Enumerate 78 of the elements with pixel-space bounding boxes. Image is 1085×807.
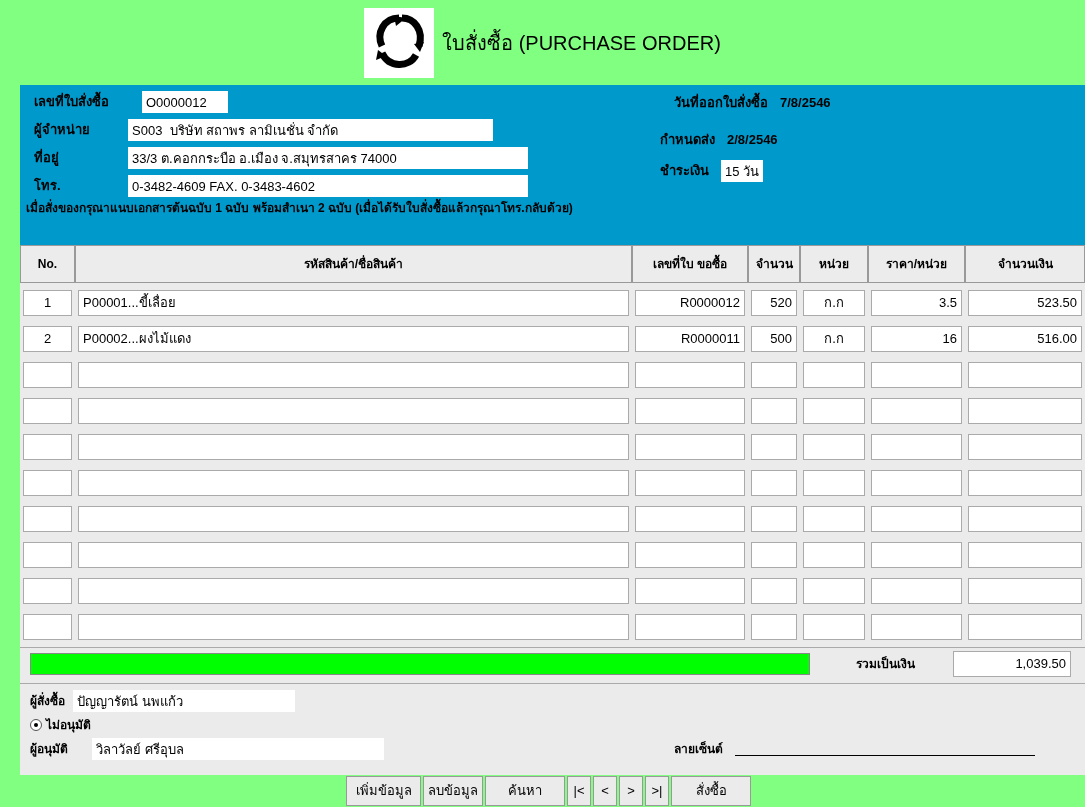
table-cell bbox=[751, 434, 797, 460]
table-cell bbox=[23, 434, 72, 460]
total-field: 1,039.50 bbox=[953, 650, 1071, 677]
table-cell bbox=[803, 506, 865, 532]
toolbar-button[interactable]: ค้นหา bbox=[485, 776, 565, 806]
toolbar-button[interactable]: < bbox=[593, 776, 617, 806]
table-cell: 1 bbox=[23, 290, 72, 316]
input-field[interactable]: 33/3 ต.คอกกระบือ อ.เมือง จ.สมุทรสาคร 74000 bbox=[128, 147, 528, 169]
window-title: ใบสั่งซื้อ (PURCHASE ORDER) bbox=[442, 28, 721, 56]
table-cell bbox=[803, 362, 865, 388]
column-header: จำนวน bbox=[748, 245, 800, 283]
table-cell bbox=[803, 470, 865, 496]
table-cell bbox=[751, 506, 797, 532]
field-label: ผู้อนุมัติ bbox=[30, 742, 68, 756]
table-cell: 500 bbox=[751, 326, 797, 352]
order-note: เมื่อสั่งของกรุณาแนบเอกสารต้นฉบับ 1 ฉบับ พร้อมสำเนา 2 ฉบับ (เมื่อได้รับใบสั่งซื้อแล้วกรุณาโทร.กลับด้วย) bbox=[20, 199, 1085, 217]
field-label: รวมเป็นเงิน bbox=[856, 655, 915, 673]
table-cell bbox=[751, 470, 797, 496]
field-label: ลายเซ็นต์ bbox=[674, 742, 723, 756]
field-label: โทร. bbox=[34, 178, 61, 194]
column-header: ราคา/หน่วย bbox=[868, 245, 965, 283]
field-label: 7/8/2546 bbox=[780, 94, 831, 112]
toolbar-button[interactable]: สั่งซื้อ bbox=[671, 776, 751, 806]
table-cell bbox=[751, 578, 797, 604]
table-cell: 2 bbox=[23, 326, 72, 352]
table-cell bbox=[23, 578, 72, 604]
input-field[interactable]: S003 บริษัท สถาพร ลามิเนชั่น จำกัด bbox=[128, 119, 493, 141]
field-label: วันที่ออกใบสั่งซื้อ bbox=[674, 93, 768, 113]
field-label: ผู้จำหน่าย bbox=[34, 122, 90, 138]
table-cell bbox=[23, 362, 72, 388]
table-cell bbox=[751, 614, 797, 640]
table-cell bbox=[23, 470, 72, 496]
input-field[interactable]: 0-3482-4609 FAX. 0-3483-4602 bbox=[128, 175, 528, 197]
table-cell: 3.5 bbox=[871, 290, 962, 316]
table-cell: P00001...ขี้เลื่อย bbox=[78, 290, 629, 316]
input-field[interactable]: O0000012 bbox=[142, 91, 228, 113]
toolbar-button[interactable]: > bbox=[619, 776, 643, 806]
radio-button[interactable] bbox=[30, 719, 42, 731]
table-cell bbox=[803, 434, 865, 460]
field-label: ผู้สั่งซื้อ bbox=[30, 692, 65, 710]
input-field[interactable]: วิลาวัลย์ ศรีอุบล bbox=[92, 738, 384, 760]
table-cell: ก.ก bbox=[803, 290, 865, 316]
logo-icon bbox=[364, 7, 435, 78]
table-cell bbox=[23, 398, 72, 424]
field-label: ชำระเงิน bbox=[660, 162, 709, 181]
table-cell bbox=[803, 542, 865, 568]
table-cell bbox=[23, 614, 72, 640]
field-label: กำหนดส่ง bbox=[660, 130, 715, 149]
table-cell bbox=[23, 542, 72, 568]
table-cell: R0000012 bbox=[635, 290, 745, 316]
column-header: เลขที่ใบ ขอซื้อ bbox=[632, 245, 748, 283]
table-cell: P00002...ผงไม้แดง bbox=[78, 326, 629, 352]
input-field[interactable]: ปัญญารัตน์ นพแก้ว bbox=[73, 690, 295, 712]
table-cell bbox=[751, 542, 797, 568]
table-cell: R0000011 bbox=[635, 326, 745, 352]
toolbar-button[interactable]: >| bbox=[645, 776, 669, 806]
column-header: รหัสสินค้า/ชื่อสินค้า bbox=[75, 245, 632, 283]
toolbar-button[interactable]: |< bbox=[567, 776, 591, 806]
field-label: ที่อยู่ bbox=[34, 150, 59, 166]
table-cell: 516.00 bbox=[968, 326, 1082, 352]
column-header: No. bbox=[20, 245, 75, 283]
table-cell: 16 bbox=[871, 326, 962, 352]
table-cell bbox=[803, 398, 865, 424]
field-label: 2/8/2546 bbox=[727, 130, 778, 149]
toolbar-button[interactable]: เพิ่มข้อมูล bbox=[346, 776, 421, 806]
table-cell bbox=[751, 362, 797, 388]
table-cell: ก.ก bbox=[803, 326, 865, 352]
field-label: ไม่อนุมัติ bbox=[46, 717, 91, 734]
toolbar-button[interactable]: ลบข้อมูล bbox=[423, 776, 483, 806]
table-cell bbox=[751, 398, 797, 424]
column-header: จำนวนเงิน bbox=[965, 245, 1085, 283]
table-cell bbox=[803, 614, 865, 640]
table-cell: 520 bbox=[751, 290, 797, 316]
table-cell bbox=[23, 506, 72, 532]
table-cell bbox=[803, 578, 865, 604]
table-cell: 523.50 bbox=[968, 290, 1082, 316]
input-field[interactable]: 15 วัน bbox=[721, 160, 763, 182]
column-header: หน่วย bbox=[800, 245, 868, 283]
